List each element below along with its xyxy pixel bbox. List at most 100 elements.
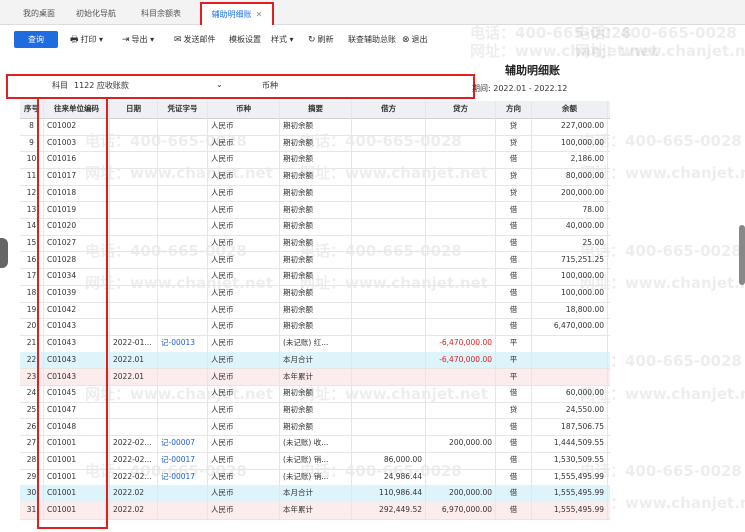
cell-date [110, 134, 158, 152]
tab-bar: 我的桌面 初始化导航 科目余额表 辅助明细账 ✕ [0, 0, 745, 25]
cell-code: C01043 [44, 335, 110, 352]
cell-code: C01048 [44, 418, 110, 436]
table-row[interactable]: 29 C01001 2022-02... 记-00017 人民币 (未记账) 销... 24… [20, 468, 610, 487]
table-row[interactable]: 31 C01001 2022.02 人民币 本年累计 292,449.52 6,970,00… [20, 502, 610, 520]
cell-summary: (未记账) 销... [280, 468, 352, 486]
cell-voucher [158, 485, 208, 502]
table-row[interactable]: 25 C01047 人民币 期初余额 贷 24,550.00 [20, 401, 610, 420]
exit-button[interactable]: ⊗ 退出 [402, 33, 428, 47]
aux-total-label: 联查辅助总账 [348, 35, 396, 44]
table-row[interactable]: 14 C01020 人民币 期初余额 借 40,000.00 [20, 218, 610, 236]
tab-desktop[interactable]: 我的桌面 [14, 4, 64, 24]
table-row[interactable]: 30 C01001 2022.02 人民币 本月合计 110,986.44 200,000.… [20, 485, 610, 503]
table-row[interactable]: 27 C01001 2022-02... 记-00007 人民币 (未记账) 收... 20… [20, 435, 610, 453]
cell-summary: 期初余额 [280, 184, 352, 202]
table-row[interactable]: 9 C01003 人民币 期初余额 贷 100,000.00 [20, 134, 610, 153]
table-row[interactable]: 24 C01045 人民币 期初余额 借 60,000.00 [20, 385, 610, 403]
refresh-label: 刷新 [317, 35, 334, 44]
table-row[interactable]: 20 C01043 人民币 期初余额 借 6,470,000.00 [20, 318, 610, 336]
cell-date [110, 168, 158, 185]
table-row[interactable]: 26 C01048 人民币 期初余额 借 187,506.75 [20, 418, 610, 437]
table-row[interactable]: 8 C01002 人民币 期初余额 贷 227,000.00 [20, 118, 610, 136]
cell-voucher [158, 234, 208, 252]
tab-balance-sheet[interactable]: 科目余额表 [130, 4, 192, 24]
cell-summary: 期初余额 [280, 268, 352, 285]
cell-credit: 200,000.00 [426, 435, 496, 452]
cell-debit [352, 285, 426, 302]
table-row[interactable]: 19 C01042 人民币 期初余额 借 18,800.00 [20, 301, 610, 320]
tab-aux-detail[interactable]: 辅助明细账 ✕ [200, 2, 274, 25]
cell-voucher [158, 218, 208, 235]
cell-cur: 人民币 [208, 251, 280, 269]
cell-dir: 借 [496, 151, 532, 168]
cell-date [110, 301, 158, 319]
cell-voucher [158, 201, 208, 218]
table-row[interactable]: 28 C01001 2022-02... 记-00017 人民币 (未记账) 销... 86… [20, 452, 610, 470]
side-collapse-handle[interactable] [0, 238, 8, 268]
table-row[interactable]: 13 C01019 人民币 期初余额 借 78.00 [20, 201, 610, 219]
cell-dir: 借 [496, 502, 532, 519]
cell-no: 18 [20, 285, 44, 302]
cell-bal: 227,000.00 [532, 118, 608, 135]
cell-debit [352, 435, 426, 452]
cell-code: C01018 [44, 184, 110, 202]
cell-code: C01001 [44, 452, 110, 469]
table-row[interactable]: 22 C01043 2022.01 人民币 本月合计 -6,470,000.00 平 [20, 351, 610, 370]
cell-date [110, 401, 158, 419]
cell-voucher [158, 401, 208, 419]
table-row[interactable]: 23 C01043 2022.01 人民币 本年累计 平 [20, 368, 610, 386]
cell-credit [426, 234, 496, 252]
cell-code: C01001 [44, 468, 110, 486]
cell-credit [426, 285, 496, 302]
refresh-button[interactable]: ↻ 刷新 [308, 33, 334, 47]
cell-credit [426, 218, 496, 235]
table-row[interactable]: 15 C01027 人民币 期初余额 借 25.00 [20, 234, 610, 253]
tab-label: 初始化导航 [76, 9, 116, 18]
cell-cur: 人民币 [208, 452, 280, 469]
print-button[interactable]: 🖶 打印 ▾ [70, 33, 103, 47]
style-button[interactable]: 样式 ▾ [271, 33, 294, 47]
chevron-down-icon[interactable]: ⌄ [216, 80, 223, 89]
cell-voucher [158, 134, 208, 152]
cell-summary: 期初余额 [280, 318, 352, 335]
table-row[interactable]: 10 C01016 人民币 期初余额 借 2,186.00 [20, 151, 610, 169]
cell-dir: 借 [496, 485, 532, 502]
cell-voucher [158, 151, 208, 168]
cell-debit: 292,449.52 [352, 502, 426, 519]
cell-summary: 本年累计 [280, 368, 352, 385]
aux-total-button[interactable]: 联查辅助总账 [348, 33, 396, 47]
subject-select[interactable]: 1122 应收账款 [74, 80, 129, 91]
cell-dir: 平 [496, 368, 532, 385]
cell-cur: 人民币 [208, 335, 280, 352]
cell-debit [352, 301, 426, 319]
query-button[interactable]: 查询 [14, 31, 58, 48]
cell-summary: 本月合计 [280, 485, 352, 502]
cell-code: C01001 [44, 502, 110, 519]
table-row[interactable]: 17 C01034 人民币 期初余额 借 100,000.00 [20, 268, 610, 286]
tab-init-guide[interactable]: 初始化导航 [66, 4, 126, 24]
cell-no: 12 [20, 184, 44, 202]
cell-dir: 借 [496, 418, 532, 436]
subject-label: 科目 [52, 81, 68, 90]
send-email-button[interactable]: ✉ 发送邮件 [174, 33, 216, 47]
cell-debit [352, 318, 426, 335]
table-row[interactable]: 16 C01028 人民币 期初余额 借 715,251.25 [20, 251, 610, 270]
cell-cur: 人民币 [208, 368, 280, 385]
cell-credit [426, 385, 496, 402]
table-row[interactable]: 18 C01039 人民币 期初余额 借 100,000.00 [20, 285, 610, 303]
table-row[interactable]: 21 C01043 2022-01... 记-00013 人民币 (未记账) 红... -6… [20, 335, 610, 353]
cell-credit: -6,470,000.00 [426, 335, 496, 352]
template-settings-button[interactable]: 模板设置 [229, 33, 261, 47]
cell-voucher: 记-00017 [158, 468, 208, 486]
cell-bal: 24,550.00 [532, 401, 608, 419]
cell-code: C01019 [44, 201, 110, 218]
scrollbar[interactable] [739, 225, 745, 285]
cell-bal: 187,506.75 [532, 418, 608, 436]
close-icon[interactable]: ✕ [256, 10, 263, 19]
column-header: 摘要 [280, 101, 352, 118]
cell-no: 24 [20, 385, 44, 402]
cell-credit: 200,000.00 [426, 485, 496, 502]
table-row[interactable]: 12 C01018 人民币 期初余额 贷 200,000.00 [20, 184, 610, 203]
export-button[interactable]: ⇥ 导出 ▾ [122, 33, 154, 47]
table-row[interactable]: 11 C01017 人民币 期初余额 贷 80,000.00 [20, 168, 610, 186]
